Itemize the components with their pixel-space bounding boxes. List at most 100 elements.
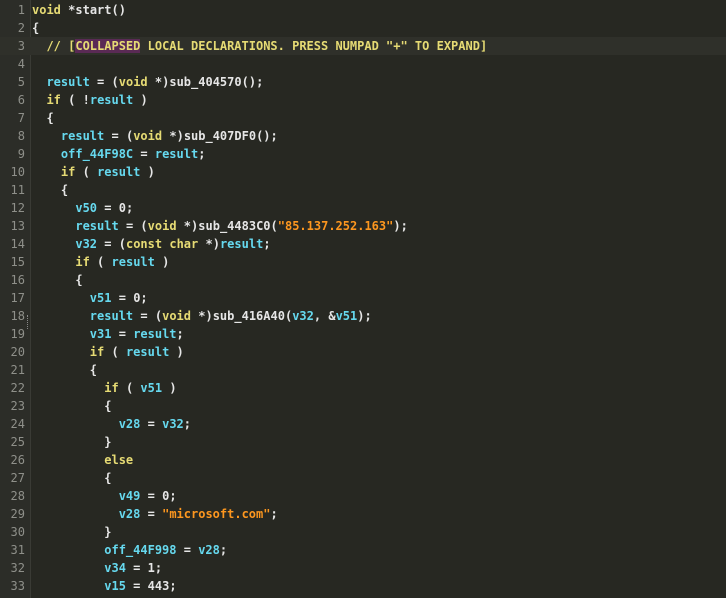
- punctuation: ;: [256, 75, 264, 89]
- punctuation: (: [82, 165, 90, 179]
- code-line[interactable]: 16 {: [0, 271, 726, 289]
- line-number: 12: [10, 201, 25, 215]
- code-line[interactable]: 15 if ( result ): [0, 253, 726, 271]
- line-number: 29: [10, 507, 25, 521]
- punctuation: {: [32, 21, 40, 35]
- code-line[interactable]: 4: [0, 55, 726, 73]
- variable: v15: [104, 579, 126, 593]
- code-line[interactable]: 13 result = (void *)sub_4483C0("85.137.2…: [0, 217, 726, 235]
- punctuation: =: [118, 291, 126, 305]
- variable: result: [154, 147, 199, 161]
- code-line[interactable]: 9 off_44F98C = result;: [0, 145, 726, 163]
- code-line[interactable]: 12 v50 = 0;: [0, 199, 726, 217]
- code-text: {: [32, 469, 111, 487]
- collapsed-marker[interactable]: COLLAPSED: [75, 39, 141, 53]
- code-text: {: [32, 109, 53, 127]
- punctuation: =: [147, 507, 155, 521]
- line-number: 25: [10, 435, 25, 449]
- code-line[interactable]: 20 if ( result ): [0, 343, 726, 361]
- code-line[interactable]: 18 result = (void *)sub_416A40(v32, &v51…: [0, 307, 726, 325]
- code-line[interactable]: 10 if ( result ): [0, 163, 726, 181]
- code-text: v28 = v32;: [32, 415, 191, 433]
- code-text: result = (void *)sub_404570();: [32, 73, 263, 91]
- code-line[interactable]: 31 off_44F998 = v28;: [0, 541, 726, 559]
- code-line[interactable]: 7 {: [0, 109, 726, 127]
- identifier: sub_4483C0: [198, 219, 271, 233]
- punctuation: ;: [198, 147, 206, 161]
- code-line[interactable]: 29 v28 = "microsoft.com";: [0, 505, 726, 523]
- punctuation: =: [183, 543, 191, 557]
- code-line[interactable]: 21 {: [0, 361, 726, 379]
- code-line[interactable]: 23 {: [0, 397, 726, 415]
- code-line[interactable]: 8 result = (void *)sub_407DF0();: [0, 127, 726, 145]
- punctuation: =: [118, 327, 126, 341]
- line-number: 16: [10, 273, 25, 287]
- code-line[interactable]: 33 v15 = 443;: [0, 577, 726, 595]
- keyword: void: [32, 3, 61, 17]
- line-number: 20: [10, 345, 25, 359]
- punctuation: ): [357, 309, 365, 323]
- punctuation: ;: [169, 489, 177, 503]
- code-line[interactable]: 26 else: [0, 451, 726, 469]
- code-line[interactable]: 2{: [0, 19, 726, 37]
- punctuation: &: [328, 309, 336, 323]
- code-line[interactable]: 27 {: [0, 469, 726, 487]
- code-line[interactable]: 22 if ( v51 ): [0, 379, 726, 397]
- line-number: 24: [10, 417, 25, 431]
- pseudocode-editor[interactable]: 1 void *start() 2{3 // [COLLAPSED LOCAL DE…: [0, 0, 726, 598]
- line-number: 19: [10, 327, 25, 341]
- identifier: sub_416A40: [212, 309, 285, 323]
- variable: result: [75, 219, 119, 233]
- punctuation: (: [111, 75, 119, 89]
- line-number: 9: [17, 147, 25, 161]
- line-number: 15: [10, 255, 25, 269]
- punctuation: ): [393, 219, 401, 233]
- code-line[interactable]: 28 v49 = 0;: [0, 487, 726, 505]
- number-literal: 0: [118, 201, 126, 215]
- variable: v34: [104, 561, 126, 575]
- line-number: 3: [17, 39, 25, 53]
- code-line[interactable]: 30 }: [0, 523, 726, 541]
- punctuation: ): [147, 165, 155, 179]
- code-line[interactable]: 32 v34 = 1;: [0, 559, 726, 577]
- code-line[interactable]: 17 v51 = 0;: [0, 289, 726, 307]
- variable: result: [219, 237, 264, 251]
- punctuation: ;: [169, 579, 177, 593]
- code-text: {: [32, 361, 97, 379]
- punctuation: =: [147, 417, 155, 431]
- code-line[interactable]: 1 void *start(): [0, 1, 726, 19]
- punctuation: ;: [219, 543, 228, 557]
- variable: v50: [75, 201, 98, 215]
- punctuation: ;: [270, 129, 278, 143]
- code-line[interactable]: 6 if ( !result ): [0, 91, 726, 109]
- code-line[interactable]: 14 v32 = (const char *)result;: [0, 235, 726, 253]
- variable: v28: [118, 417, 141, 431]
- punctuation: !: [82, 93, 90, 107]
- code-line[interactable]: 3 // [COLLAPSED LOCAL DECLARATIONS. PRES…: [0, 37, 726, 55]
- variable: result: [89, 93, 134, 107]
- code-line[interactable]: 24 v28 = v32;: [0, 415, 726, 433]
- code-text: {: [32, 181, 68, 199]
- comment: // [COLLAPSED LOCAL DECLARATIONS. PRESS …: [46, 39, 488, 53]
- code-line[interactable]: 5 result = (void *)sub_404570();: [0, 73, 726, 91]
- code-text: {: [32, 19, 39, 37]
- code-line[interactable]: 11 {: [0, 181, 726, 199]
- code-line[interactable]: 25 }: [0, 433, 726, 451]
- punctuation: }: [104, 525, 112, 539]
- code-line[interactable]: 19 v31 = result;: [0, 325, 726, 343]
- punctuation: ): [162, 255, 170, 269]
- code-text: if ( result ): [32, 253, 169, 271]
- keyword: if: [60, 165, 76, 179]
